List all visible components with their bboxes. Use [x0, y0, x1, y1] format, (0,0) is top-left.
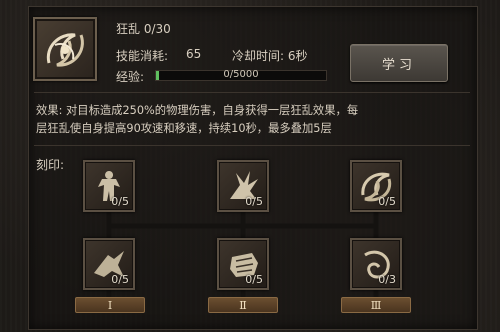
rune-count-4: 0/5: [111, 273, 129, 286]
rune-count-6: 0/3: [378, 273, 396, 286]
tier-button-1[interactable]: Ⅰ: [75, 297, 145, 313]
rune-slot-6[interactable]: 0/3: [350, 238, 402, 290]
tier-button-3[interactable]: Ⅲ: [341, 297, 411, 313]
rune-slot-1[interactable]: 0/5: [83, 160, 135, 212]
tier-button-2[interactable]: Ⅱ: [208, 297, 278, 313]
rune-count-3: 0/5: [378, 195, 396, 208]
rune-slot-4[interactable]: 0/5: [83, 238, 135, 290]
rune-slot-5[interactable]: 0/5: [217, 238, 269, 290]
rune-count-2: 0/5: [245, 195, 263, 208]
rune-count-1: 0/5: [111, 195, 129, 208]
rune-slot-3[interactable]: 0/5: [350, 160, 402, 212]
rune-count-5: 0/5: [245, 273, 263, 286]
rune-slot-2[interactable]: 0/5: [217, 160, 269, 212]
